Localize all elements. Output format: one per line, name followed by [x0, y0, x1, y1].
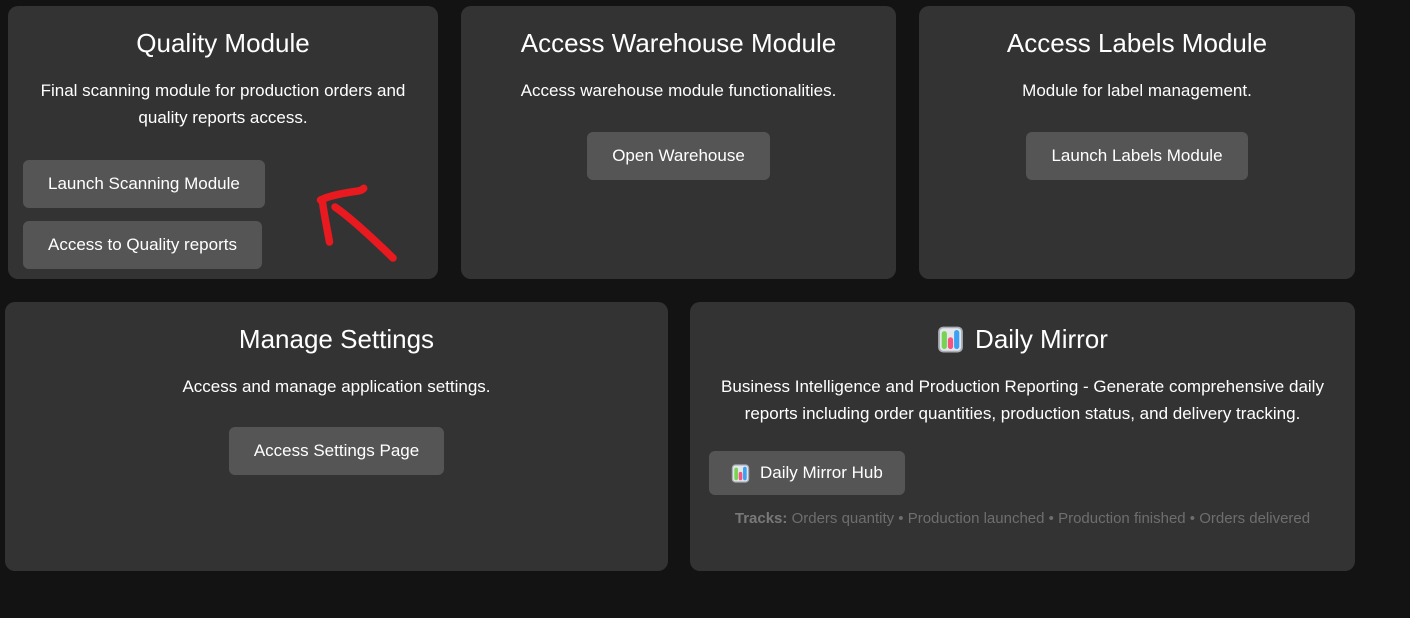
bar-chart-icon	[937, 326, 964, 353]
card-access-warehouse-module: Access Warehouse Module Access warehouse…	[461, 6, 896, 279]
access-settings-page-button[interactable]: Access Settings Page	[229, 427, 444, 475]
card-access-labels-module: Access Labels Module Module for label ma…	[919, 6, 1355, 279]
card-description: Module for label management.	[919, 77, 1355, 104]
card-description: Business Intelligence and Production Rep…	[690, 373, 1355, 427]
card-title-text: Daily Mirror	[975, 324, 1108, 355]
tracks-caption: Tracks: Orders quantity • Production lau…	[690, 510, 1355, 527]
daily-mirror-hub-button-label: Daily Mirror Hub	[760, 463, 883, 483]
card-title: Quality Module	[8, 28, 438, 59]
tracks-label: Tracks:	[735, 510, 788, 527]
card-title: Daily Mirror	[690, 324, 1355, 355]
open-warehouse-button[interactable]: Open Warehouse	[587, 132, 770, 180]
card-daily-mirror: Daily Mirror Business Intelligence and P…	[690, 302, 1355, 571]
launch-scanning-module-button[interactable]: Launch Scanning Module	[23, 160, 265, 208]
card-title: Access Warehouse Module	[461, 28, 896, 59]
card-description: Final scanning module for production ord…	[8, 77, 438, 131]
launch-labels-module-button[interactable]: Launch Labels Module	[1026, 132, 1247, 180]
card-description: Access and manage application settings.	[5, 373, 668, 400]
bar-chart-icon	[731, 464, 750, 483]
card-description: Access warehouse module functionalities.	[461, 77, 896, 104]
card-title: Manage Settings	[5, 324, 668, 355]
button-stack: Launch Scanning Module Access to Quality…	[23, 160, 438, 269]
daily-mirror-hub-button[interactable]: Daily Mirror Hub	[709, 451, 905, 495]
card-quality-module: Quality Module Final scanning module for…	[8, 6, 438, 279]
access-quality-reports-button[interactable]: Access to Quality reports	[23, 221, 262, 269]
tracks-items: Orders quantity • Production launched • …	[792, 510, 1311, 527]
card-title: Access Labels Module	[919, 28, 1355, 59]
card-manage-settings: Manage Settings Access and manage applic…	[5, 302, 668, 571]
